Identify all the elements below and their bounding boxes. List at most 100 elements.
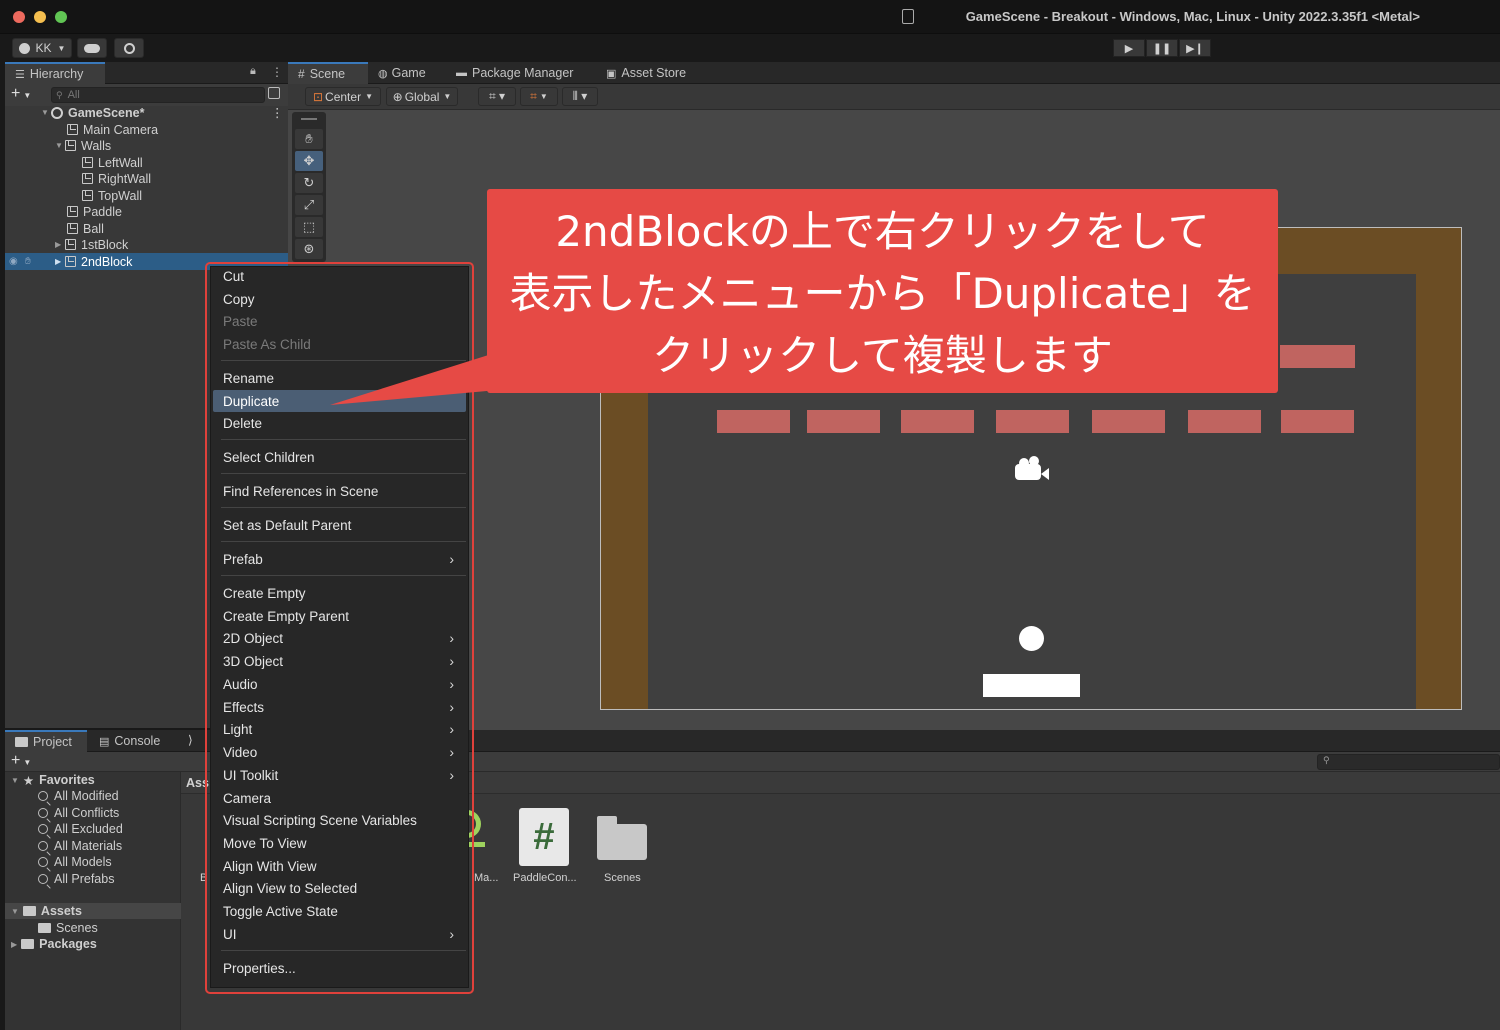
more-tabs-icon[interactable]: ⟩ [188, 733, 193, 747]
tab-project[interactable]: Project [5, 730, 87, 752]
drag-handle-icon[interactable] [301, 118, 317, 120]
rotate-tool-button[interactable]: ↻ [295, 173, 323, 193]
block[interactable] [901, 410, 974, 433]
favorite-item[interactable]: All Materials [38, 838, 122, 854]
favorite-item[interactable]: All Modified [38, 788, 119, 804]
assets-folder[interactable]: ▼ Assets [5, 903, 181, 919]
hierarchy-item-walls[interactable]: ▼ Walls [5, 137, 288, 154]
scale-tool-button[interactable]: ⤢ [295, 195, 323, 215]
block[interactable] [1188, 410, 1261, 433]
scenes-folder[interactable]: Scenes [38, 920, 98, 936]
scene-grid-icon: # [298, 67, 305, 81]
space-mode-dropdown[interactable]: ⊕ Global ▼ [386, 87, 458, 106]
block[interactable] [807, 410, 880, 433]
pivot-icon: ⊡ [312, 89, 324, 104]
tab-console[interactable]: ▤ Console [89, 730, 171, 752]
favorite-label: All Models [54, 855, 112, 869]
search-icon [38, 791, 48, 801]
fold-open-icon[interactable]: ▼ [41, 108, 51, 117]
tab-game[interactable]: ◍ Game [368, 62, 448, 84]
folder-icon [21, 939, 35, 949]
more-options-icon[interactable]: ⋮ [271, 105, 284, 120]
ball[interactable] [1019, 626, 1044, 651]
block[interactable] [996, 410, 1069, 433]
pivot-mode-label: Center [325, 89, 362, 104]
transform-tool-button[interactable]: ⊛ [295, 239, 323, 259]
hierarchy-item-rightwall[interactable]: RightWall [5, 170, 288, 187]
csharp-script-icon[interactable]: # [519, 808, 569, 866]
asset-label: PaddleCon... [513, 872, 577, 884]
more-options-icon[interactable]: ⋮ [271, 65, 283, 79]
collab-button[interactable] [114, 38, 144, 58]
folder-icon [22, 906, 36, 916]
paddle[interactable] [983, 674, 1080, 697]
hierarchy-search-input[interactable]: ⚲ All [51, 87, 265, 103]
favorite-item[interactable]: All Excluded [38, 821, 123, 837]
tab-package-manager[interactable]: ▬ Package Manager [446, 62, 594, 84]
favorite-label: All Materials [54, 839, 123, 853]
hierarchy-item-topwall[interactable]: TopWall [5, 187, 288, 204]
list-icon: ☰ [15, 68, 25, 81]
hierarchy-item-label: LeftWall [98, 155, 143, 170]
step-icon: ▶❙ [1186, 42, 1204, 55]
snap-dropdown[interactable]: ⌗ ▼ [520, 87, 558, 106]
fold-closed-icon[interactable]: ▶ [11, 940, 17, 949]
favorite-item[interactable]: All Models [38, 854, 112, 870]
add-button[interactable]: + ▼ [11, 752, 31, 770]
block[interactable] [717, 410, 790, 433]
fold-open-icon[interactable]: ▼ [55, 141, 65, 150]
fold-open-icon[interactable]: ▼ [11, 907, 19, 916]
callout-line: 表示したメニューから「Duplicate」を [509, 269, 1256, 318]
globe-icon: ⊕ [392, 89, 403, 104]
hand-icon: ✋︎ [305, 131, 313, 146]
cloud-icon [84, 43, 100, 53]
lock-icon[interactable]: 🔒︎ [250, 65, 256, 78]
project-search-input[interactable]: ⚲ [1317, 754, 1500, 770]
increment-snap-dropdown[interactable]: ⦀ ▾ [562, 87, 598, 106]
add-button[interactable]: + ▼ [11, 85, 31, 103]
tab-scene[interactable]: # Scene [288, 62, 368, 84]
packages-folder[interactable]: ▶ Packages [11, 936, 97, 952]
hierarchy-item-ball[interactable]: Ball [5, 220, 288, 237]
block[interactable] [1281, 410, 1354, 433]
tab-hierarchy[interactable]: ☰ Hierarchy [5, 62, 105, 84]
cloud-button[interactable] [77, 38, 107, 58]
favorites-header[interactable]: ▼ ★ Favorites [11, 772, 95, 788]
fold-closed-icon[interactable]: ▶ [55, 257, 65, 266]
hierarchy-item-main-camera[interactable]: Main Camera [5, 121, 288, 138]
favorite-item[interactable]: All Prefabs [38, 871, 114, 887]
pause-button[interactable]: ❚❚ [1146, 39, 1178, 57]
step-button[interactable]: ▶❙ [1179, 39, 1211, 57]
pause-icon: ❚❚ [1152, 42, 1172, 55]
scene-visibility-icon[interactable] [268, 87, 280, 99]
hand-tool-button[interactable]: ✋︎ [295, 129, 323, 149]
play-button[interactable]: ▶ [1113, 39, 1145, 57]
move-tool-button[interactable]: ✥ [295, 151, 323, 171]
pickable-hand-icon[interactable]: ✋︎ [25, 256, 31, 267]
transform-icon: ⊛ [303, 241, 315, 256]
fold-open-icon[interactable]: ▼ [11, 776, 19, 785]
hierarchy-item-gamescene[interactable]: ▼ GameScene* ⋮ [5, 104, 288, 121]
pivot-mode-dropdown[interactable]: ⊡ Center ▼ [305, 87, 381, 106]
folder-icon [15, 737, 28, 747]
search-icon: ⚲ [56, 89, 63, 100]
rect-tool-button[interactable]: ⬚ [295, 217, 323, 237]
folder-icon [597, 816, 617, 824]
right-wall[interactable] [1416, 228, 1461, 709]
grid-icon: ⌗ ▾ [488, 89, 506, 103]
block[interactable] [1092, 410, 1165, 433]
tab-asset-store[interactable]: ▣ Asset Store [596, 62, 706, 84]
account-icon [18, 42, 30, 54]
grid-visibility-dropdown[interactable]: ⌗ ▾ [478, 87, 516, 106]
hierarchy-item-1stblock[interactable]: ▶ 1stBlock [5, 236, 288, 253]
visibility-eye-icon[interactable]: ◉ [9, 256, 18, 267]
asset-scenes-folder[interactable] [597, 816, 647, 860]
hierarchy-item-paddle[interactable]: Paddle [5, 203, 288, 220]
camera-gizmo-icon[interactable] [1015, 456, 1049, 480]
fold-closed-icon[interactable]: ▶ [55, 240, 65, 249]
callout-line: 2ndBlockの上で右クリックをして [555, 207, 1210, 256]
block-2ndblock[interactable] [1280, 345, 1355, 368]
hierarchy-item-leftwall[interactable]: LeftWall [5, 154, 288, 171]
favorite-item[interactable]: All Conflicts [38, 805, 119, 821]
account-button[interactable]: KK ▼ [12, 38, 72, 58]
